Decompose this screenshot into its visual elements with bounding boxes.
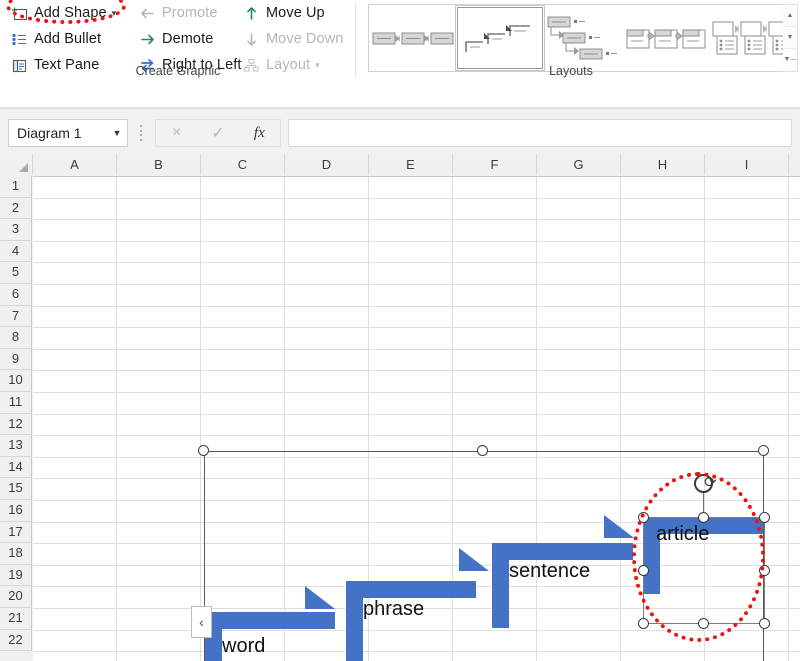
selection-handle-top-right[interactable]	[758, 445, 769, 456]
worksheet: ABCDEFGHI 1 2 3 4 5 6 7 8 9 10 11 12 13 14 15 16 17 18 19 2…	[0, 154, 800, 661]
chevron-down-icon[interactable]: ▾	[315, 60, 320, 71]
shape-handle-bottom-right[interactable]	[759, 618, 770, 629]
text-pane-icon	[8, 55, 30, 75]
move-down-button[interactable]: Move Down	[236, 26, 352, 52]
demote-button[interactable]: Demote	[132, 26, 240, 52]
demote-label: Demote	[162, 31, 214, 47]
layouts-group-label: Layouts	[549, 64, 593, 78]
gallery-scrollbar[interactable]: ▲ ▼ ▼ —	[783, 4, 798, 72]
gallery-scroll-down-icon[interactable]: ▼	[783, 27, 797, 49]
shape-handle-bottom-left[interactable]	[638, 618, 649, 629]
ribbon-group-layouts: ▲ ▼ ▼ — Layouts	[356, 0, 800, 92]
layouts-gallery[interactable]	[368, 4, 794, 72]
cancel-button[interactable]: ×	[156, 120, 197, 146]
chevron-down-icon[interactable]: ▼	[107, 128, 127, 138]
gallery-item-ascending-step-process[interactable]	[455, 5, 545, 71]
name-box[interactable]: Diagram 1 ▼	[8, 119, 128, 147]
text-pane-toggle-button[interactable]: ‹	[191, 606, 212, 638]
arrow-up-icon	[240, 3, 262, 23]
arrow-left-icon	[136, 3, 158, 23]
selection-handle-top-left[interactable]	[198, 445, 209, 456]
create-graphic-group-label: Create Graphic	[135, 64, 221, 78]
add-bullet-label: Add Bullet	[34, 31, 102, 47]
promote-button[interactable]: Promote	[132, 0, 240, 26]
formula-bar-grip[interactable]	[138, 125, 144, 141]
move-up-button[interactable]: Move Up	[236, 0, 352, 26]
add-bullet-button[interactable]: Add Bullet	[4, 26, 128, 52]
arrow-down-icon	[240, 29, 262, 49]
selection-handle-top-center[interactable]	[477, 445, 488, 456]
arrow-right-icon	[136, 29, 158, 49]
enter-button[interactable]: ✓	[197, 120, 238, 146]
smartart-diagram[interactable]: word phrase sentence article ⟳ ‹	[0, 154, 800, 661]
article-highlight-annotation	[632, 472, 765, 642]
add-bullet-icon	[8, 29, 30, 49]
formula-bar: Diagram 1 ▼ × ✓ fx	[0, 108, 800, 155]
insert-function-button[interactable]: fx	[239, 120, 280, 146]
move-down-label: Move Down	[266, 31, 344, 47]
gallery-item-process-arrows[interactable]	[623, 7, 709, 69]
gallery-item-descending-process[interactable]	[543, 7, 623, 69]
formula-bar-buttons: × ✓ fx	[155, 119, 281, 147]
promote-label: Promote	[162, 5, 218, 21]
name-box-value: Diagram 1	[17, 125, 82, 141]
gallery-item-basic-chevron-process[interactable]	[369, 7, 457, 69]
formula-input[interactable]	[288, 119, 792, 147]
shape-handle-top-right[interactable]	[759, 512, 770, 523]
move-up-label: Move Up	[266, 5, 325, 21]
ribbon: Add Shape ▾ Add Bullet Text Pane Promote…	[0, 0, 800, 108]
gallery-scroll-up-icon[interactable]: ▲	[783, 5, 797, 27]
